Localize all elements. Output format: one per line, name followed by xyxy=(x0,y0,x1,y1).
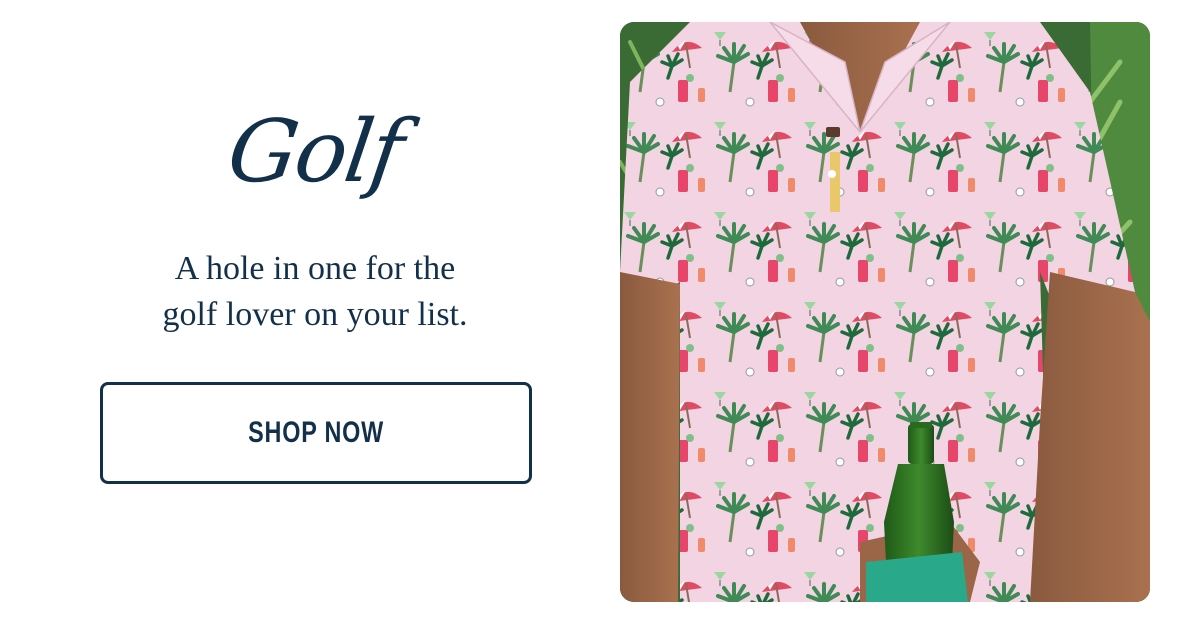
product-photo[interactable] xyxy=(620,22,1150,602)
promo-title: Golf xyxy=(222,102,408,202)
product-photo-illustration xyxy=(620,22,1150,602)
promo-tagline: A hole in one for the golf lover on your… xyxy=(100,246,530,338)
promo-tagline-line1: A hole in one for the xyxy=(174,250,456,287)
golf-promo-banner: Golf A hole in one for the golf lover on… xyxy=(0,0,1200,620)
promo-text-panel: Golf A hole in one for the golf lover on… xyxy=(0,0,620,620)
shop-now-label: SHOP NOW xyxy=(248,416,384,449)
promo-tagline-line2: golf lover on your list. xyxy=(162,296,468,333)
shop-now-button[interactable]: SHOP NOW xyxy=(100,382,532,484)
